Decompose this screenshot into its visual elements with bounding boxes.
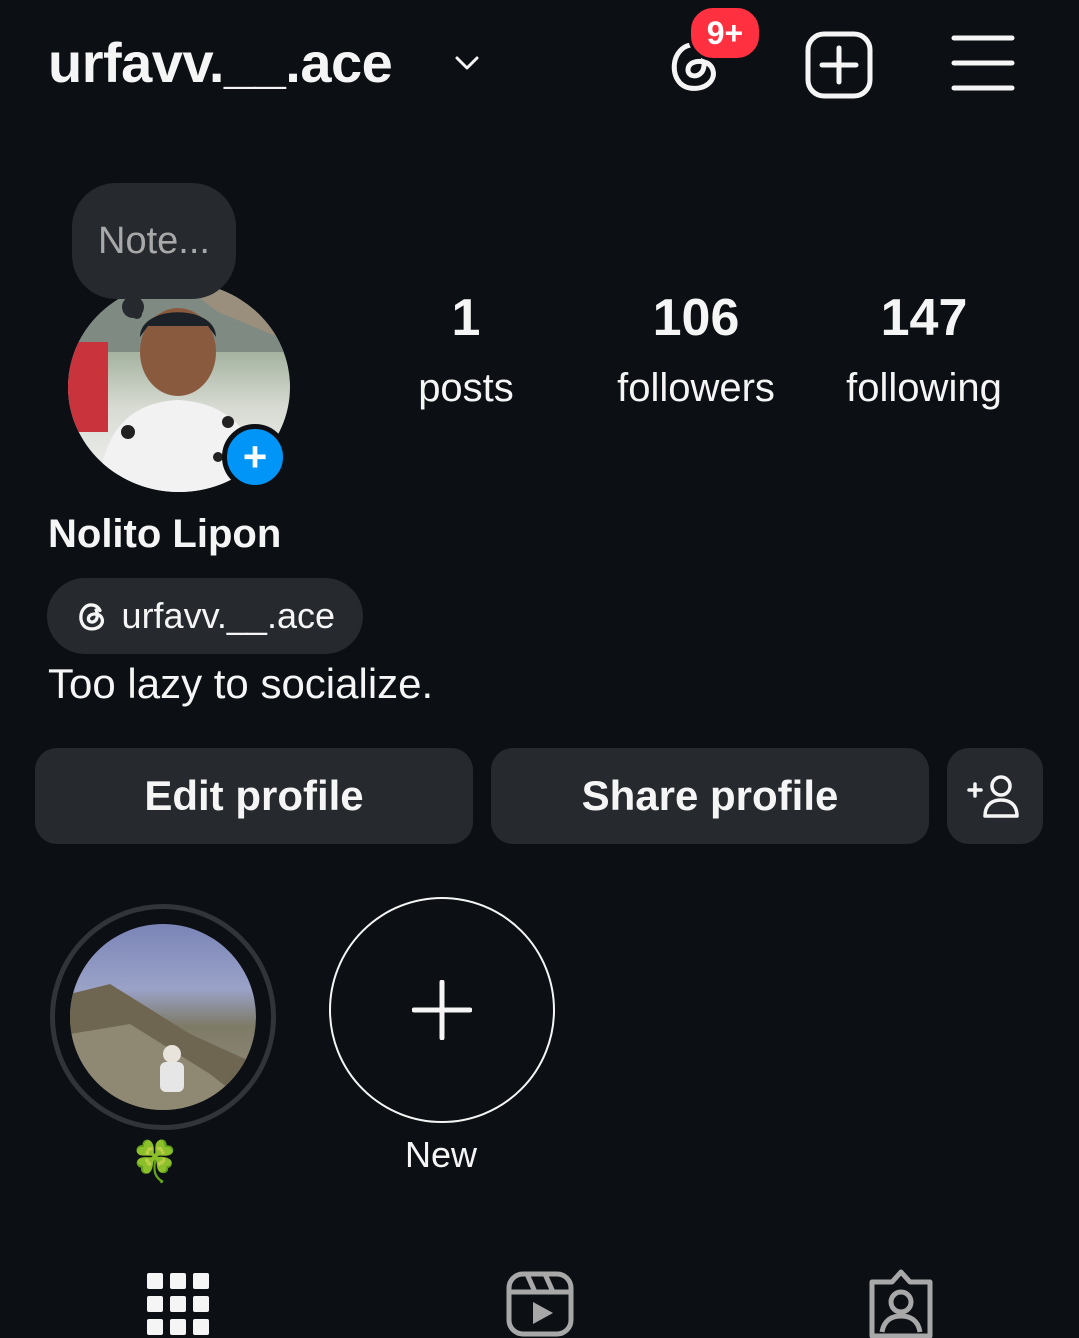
note-bubble[interactable]: Note... <box>72 183 236 299</box>
share-profile-button[interactable]: Share profile <box>491 748 929 844</box>
menu-icon[interactable] <box>950 30 1016 96</box>
profile-bio: Too lazy to socialize. <box>48 660 434 707</box>
stat-count: 106 <box>652 289 740 347</box>
stat-count: 147 <box>880 289 968 347</box>
tagged-icon[interactable] <box>866 1268 936 1338</box>
discover-people-button[interactable] <box>947 748 1043 844</box>
new-highlight-button[interactable] <box>329 897 555 1123</box>
threads-profile-link[interactable]: urfavv.__.ace <box>47 578 363 654</box>
notification-badge: 9+ <box>688 5 762 61</box>
chevron-down-icon[interactable] <box>452 48 482 78</box>
highlight-thumbnail[interactable] <box>70 924 256 1110</box>
threads-icon <box>79 603 105 631</box>
stat-following[interactable]: 147 following <box>814 288 1034 416</box>
new-highlight-label: New <box>404 1134 478 1175</box>
stat-count: 1 <box>451 289 481 347</box>
stat-posts[interactable]: 1 posts <box>356 288 576 416</box>
grid-icon[interactable] <box>145 1268 215 1338</box>
stat-label: followers <box>617 366 775 410</box>
highlight-label: 🍀 <box>130 1140 180 1184</box>
reels-icon[interactable] <box>505 1268 575 1338</box>
plus-icon: + <box>242 433 268 480</box>
profile-name: Nolito Lipon <box>48 512 282 556</box>
stat-label: posts <box>418 366 514 410</box>
edit-profile-button[interactable]: Edit profile <box>35 748 473 844</box>
stat-label: following <box>846 366 1002 410</box>
create-icon[interactable] <box>804 30 874 100</box>
threads-handle: urfavv.__.ace <box>121 595 335 636</box>
plus-icon <box>412 980 472 1040</box>
account-username[interactable]: urfavv.__.ace <box>48 30 393 95</box>
add-person-icon <box>967 775 1019 818</box>
add-story-button[interactable]: + <box>222 424 288 490</box>
note-bubble-tail-dot <box>132 309 142 319</box>
stat-followers[interactable]: 106 followers <box>586 288 806 416</box>
